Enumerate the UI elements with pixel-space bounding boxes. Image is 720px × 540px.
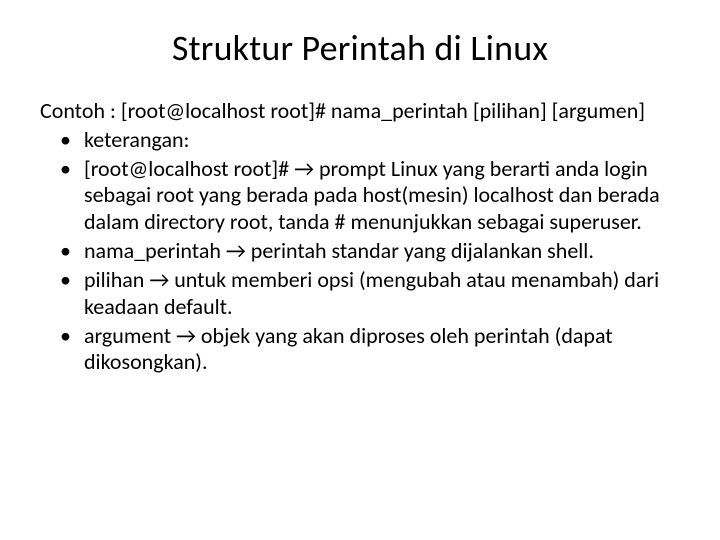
bullet-list: keterangan: [root@localhost root]# → pro… (40, 127, 680, 376)
list-item: [root@localhost root]# → prompt Linux ya… (40, 156, 680, 236)
slide-title: Struktur Perintah di Linux (40, 26, 680, 70)
list-item: keterangan: (40, 127, 680, 154)
list-item: nama_perintah → perintah standar yang di… (40, 238, 680, 265)
slide-body: Contoh : [root@localhost root]# nama_per… (40, 98, 680, 376)
list-item: argument → objek yang akan diproses oleh… (40, 323, 680, 377)
slide: Struktur Perintah di Linux Contoh : [roo… (0, 0, 720, 540)
list-item: pilihan → untuk memberi opsi (mengubah a… (40, 267, 680, 321)
lead-text: Contoh : [root@localhost root]# nama_per… (40, 98, 680, 125)
